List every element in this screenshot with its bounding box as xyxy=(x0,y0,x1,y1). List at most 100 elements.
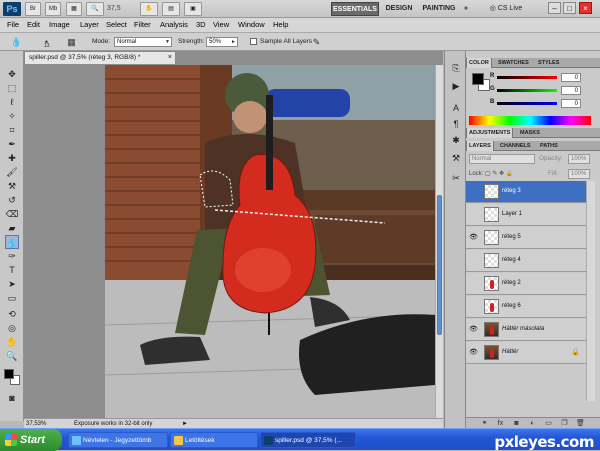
color-foreground-swatch[interactable] xyxy=(472,73,484,85)
visibility-toggle[interactable] xyxy=(469,256,478,265)
vertical-scrollbar[interactable] xyxy=(435,65,443,418)
menu-view[interactable]: View xyxy=(213,20,229,29)
move-tool-icon[interactable]: ✥ xyxy=(5,67,19,81)
workspace-design[interactable]: DESIGN xyxy=(382,2,416,16)
adjustment-layer-icon[interactable]: ◐ xyxy=(528,419,537,428)
document-tab[interactable]: spiller.psd @ 37,5% (réteg 3, RGB/8) * × xyxy=(24,51,176,64)
tab-paths[interactable]: PATHS xyxy=(538,141,560,151)
hand-tool-icon[interactable]: ✋ xyxy=(140,2,158,16)
taskbar-item-photoshop[interactable]: spiller.psd @ 37,5% (... xyxy=(260,432,356,448)
menu-analysis[interactable]: Analysis xyxy=(160,20,188,29)
workspace-painting[interactable]: PAINTING xyxy=(420,2,458,16)
mini-bridge-button[interactable]: Mb xyxy=(45,2,61,16)
brushes-panel-icon[interactable]: ✱ xyxy=(449,133,463,147)
paragraph-panel-icon[interactable]: ¶ xyxy=(449,117,463,131)
arrange-documents-icon[interactable]: ▤ xyxy=(162,2,180,16)
menu-3d[interactable]: 3D xyxy=(196,20,206,29)
visibility-toggle[interactable] xyxy=(469,302,478,311)
close-document-icon[interactable]: × xyxy=(168,52,172,64)
brush-panel-icon[interactable]: ▦ xyxy=(65,36,78,48)
clone-source-panel-icon[interactable]: ⚒ xyxy=(449,151,463,165)
tool-presets-panel-icon[interactable]: ✂ xyxy=(449,171,463,185)
zoom-level-dropdown[interactable]: 37,5 xyxy=(107,3,137,15)
layer-row[interactable]: réteg 6 xyxy=(466,296,586,318)
dodge-tool-icon[interactable]: 💧 xyxy=(5,235,19,249)
pen-tool-icon[interactable]: ✑ xyxy=(5,249,19,263)
crop-tool-icon[interactable]: ⌗ xyxy=(5,123,19,137)
tab-styles[interactable]: STYLES xyxy=(536,58,561,68)
workspace-essentials[interactable]: ESSENTIALS xyxy=(331,2,379,16)
healing-brush-tool-icon[interactable]: ✚ xyxy=(5,151,19,165)
minimize-button[interactable]: – xyxy=(548,2,561,14)
red-value-input[interactable]: 0 xyxy=(561,73,581,82)
layer-row[interactable]: 👁 Háttér 🔒 xyxy=(466,342,586,364)
add-mask-icon[interactable]: ◙ xyxy=(512,419,521,428)
layer-row[interactable]: 👁 Háttér másolata xyxy=(466,319,586,341)
blue-value-input[interactable]: 0 xyxy=(561,99,581,108)
lock-position-icon[interactable]: ✥ xyxy=(499,171,504,177)
layers-scrollbar[interactable] xyxy=(586,181,595,401)
green-slider[interactable] xyxy=(497,89,557,92)
scrollbar-thumb[interactable] xyxy=(437,195,442,335)
dodge-tool-preset-icon[interactable]: 💧 xyxy=(10,36,23,48)
tab-channels[interactable]: CHANNELS xyxy=(498,141,533,151)
eye-icon[interactable]: 👁 xyxy=(469,233,478,242)
sample-all-layers-checkbox[interactable] xyxy=(250,38,257,45)
shape-tool-icon[interactable]: ▭ xyxy=(5,291,19,305)
screen-mode-icon[interactable]: ▣ xyxy=(184,2,202,16)
image-canvas[interactable] xyxy=(105,65,435,418)
quick-selection-tool-icon[interactable]: ✧ xyxy=(5,109,19,123)
layer-row[interactable]: réteg 2 xyxy=(466,273,586,295)
lock-all-icon[interactable]: 🔒 xyxy=(506,171,513,177)
gradient-tool-icon[interactable]: ▰ xyxy=(5,221,19,235)
menu-layer[interactable]: Layer xyxy=(80,20,99,29)
status-zoom[interactable]: 37,53% xyxy=(26,420,46,428)
color-spectrum-ramp[interactable] xyxy=(469,116,591,125)
tab-swatches[interactable]: SWATCHES xyxy=(496,58,531,68)
eye-icon[interactable]: 👁 xyxy=(469,348,478,357)
type-tool-icon[interactable]: T xyxy=(5,263,19,277)
green-value-input[interactable]: 0 xyxy=(561,86,581,95)
eye-icon[interactable]: 👁 xyxy=(469,325,478,334)
tab-color[interactable]: COLOR xyxy=(466,58,492,68)
new-layer-icon[interactable]: ❐ xyxy=(560,419,569,428)
character-panel-icon[interactable]: A xyxy=(449,101,463,115)
history-panel-icon[interactable]: ⎘ xyxy=(449,61,463,75)
visibility-toggle[interactable] xyxy=(469,279,478,288)
path-selection-tool-icon[interactable]: ➤ xyxy=(5,277,19,291)
3d-rotate-tool-icon[interactable]: ⟲ xyxy=(5,307,19,321)
taskbar-item-notepad[interactable]: Névtelen - Jegyzettömb xyxy=(68,432,168,448)
lasso-tool-icon[interactable]: ℓ xyxy=(5,95,19,109)
menu-image[interactable]: Image xyxy=(49,20,70,29)
opacity-input[interactable]: 100% xyxy=(568,154,590,164)
blue-slider[interactable] xyxy=(497,102,557,105)
layer-row[interactable]: Layer 1 xyxy=(466,204,586,226)
tab-adjustments[interactable]: ADJUSTMENTS xyxy=(466,128,514,138)
maximize-button[interactable]: □ xyxy=(563,2,576,14)
more-workspaces-button[interactable]: » xyxy=(460,2,472,16)
red-slider[interactable] xyxy=(497,76,557,79)
menu-filter[interactable]: Filter xyxy=(134,20,151,29)
blend-mode-select[interactable]: Normal xyxy=(469,154,535,164)
menu-window[interactable]: Window xyxy=(238,20,265,29)
lock-transparent-icon[interactable]: ▢ xyxy=(485,171,491,177)
tab-masks[interactable]: MASKS xyxy=(518,128,542,138)
brush-tool-icon[interactable]: 🖌 xyxy=(5,165,19,179)
mode-select[interactable]: Normal ▼ xyxy=(114,37,172,47)
visibility-toggle[interactable] xyxy=(469,187,478,196)
fill-input[interactable]: 100% xyxy=(568,169,590,179)
clone-stamp-tool-icon[interactable]: ⚒ xyxy=(5,179,19,193)
menu-edit[interactable]: Edit xyxy=(27,20,40,29)
view-extras-icon[interactable]: ▦ xyxy=(66,2,82,16)
tab-layers[interactable]: LAYERS xyxy=(466,141,494,151)
taskbar-item-downloads[interactable]: Letöltések xyxy=(170,432,258,448)
eraser-tool-icon[interactable]: ⌫ xyxy=(5,207,19,221)
trash-icon[interactable]: 🗑 xyxy=(576,419,585,428)
bridge-button[interactable]: Br xyxy=(25,2,41,16)
menu-help[interactable]: Help xyxy=(273,20,288,29)
marquee-tool-icon[interactable]: ⬚ xyxy=(5,81,19,95)
lock-image-icon[interactable]: ✎ xyxy=(492,171,497,177)
strength-input[interactable]: 50% ► xyxy=(206,37,238,47)
history-brush-tool-icon[interactable]: ↺ xyxy=(5,193,19,207)
quick-mask-icon[interactable]: ◙ xyxy=(5,391,19,405)
